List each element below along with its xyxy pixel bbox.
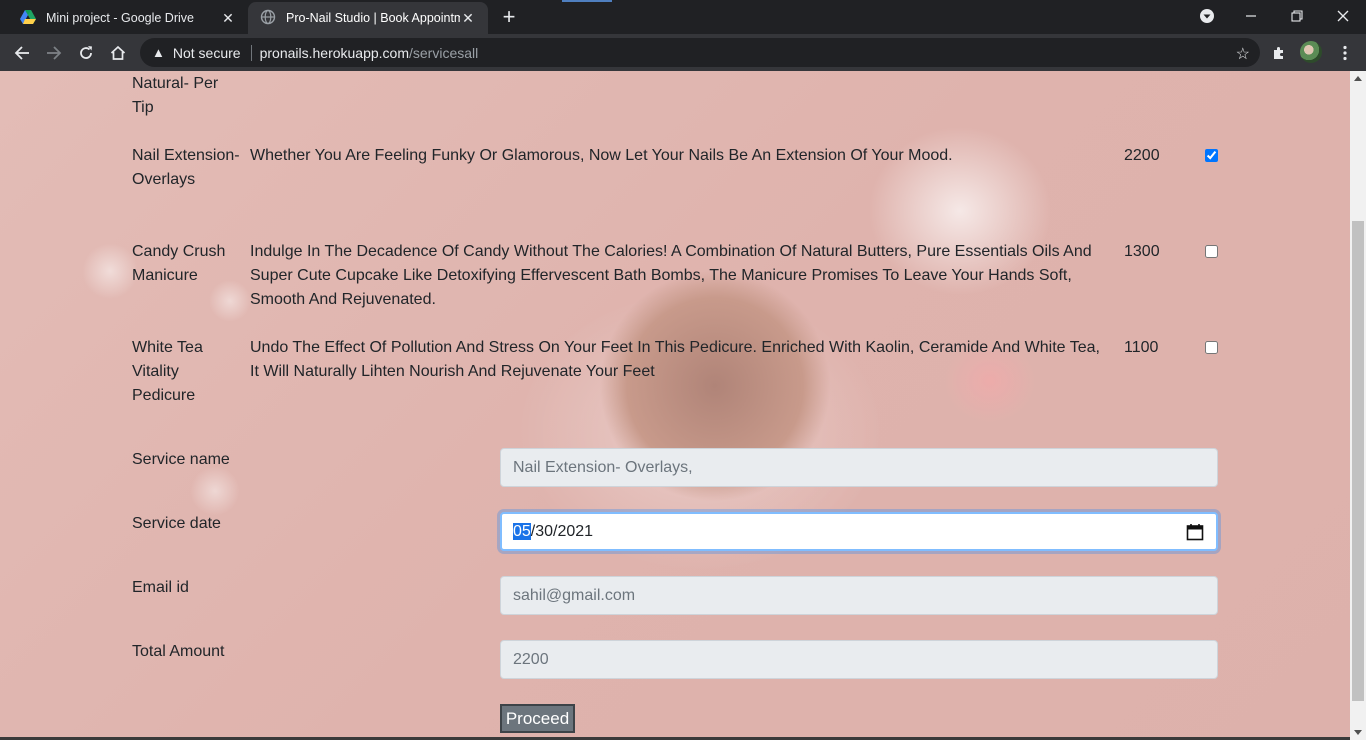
warning-icon[interactable]: ▲ <box>152 45 165 60</box>
service-checkbox[interactable] <box>1205 341 1218 354</box>
new-tab-button[interactable]: + <box>496 6 522 28</box>
service-checkbox[interactable] <box>1205 245 1218 258</box>
url-host: pronails.herokuapp.com <box>259 44 409 61</box>
tab-search-icon[interactable] <box>1192 4 1222 28</box>
proceed-button[interactable]: Proceed <box>500 704 575 733</box>
tab-indicator <box>562 0 612 2</box>
email-input[interactable]: sahil@gmail.com <box>500 576 1218 615</box>
service-name: Natural- Per Tip <box>132 75 219 116</box>
close-window-icon[interactable] <box>1328 4 1358 28</box>
tab-title: Pro-Nail Studio | Book Appointment <box>286 11 460 25</box>
tab-title: Mini project - Google Drive <box>46 11 194 25</box>
bookmark-star-icon[interactable]: ☆ <box>1236 44 1250 64</box>
service-price: 1100 <box>1124 339 1159 356</box>
scroll-up-icon[interactable] <box>1354 76 1362 81</box>
extensions-puzzle-icon[interactable] <box>1268 42 1290 64</box>
forward-icon[interactable] <box>41 40 67 66</box>
close-icon[interactable]: ✕ <box>220 10 236 26</box>
google-drive-icon <box>20 9 36 27</box>
service-name-label: Service name <box>132 451 230 468</box>
menu-kebab-icon[interactable] <box>1334 42 1356 64</box>
service-date-input[interactable]: 05/30/2021 <box>500 512 1218 551</box>
security-label: Not secure <box>172 44 241 61</box>
reload-icon[interactable] <box>73 40 99 66</box>
globe-icon <box>260 9 276 28</box>
tab-google-drive[interactable]: Mini project - Google Drive ✕ <box>8 2 248 34</box>
email-label: Email id <box>132 579 189 596</box>
browser-tabstrip: Mini project - Google Drive ✕ Pro-Nail S… <box>0 0 1366 34</box>
browser-toolbar: ▲ Not secure pronails.herokuapp.com/serv… <box>0 34 1366 71</box>
minimize-icon[interactable] <box>1236 4 1266 28</box>
scroll-thumb[interactable] <box>1352 221 1364 701</box>
restore-icon[interactable] <box>1282 4 1312 28</box>
service-description: Whether You Are Feeling Funky Or Glamoro… <box>250 147 953 164</box>
service-price: 2200 <box>1124 147 1160 164</box>
home-icon[interactable] <box>105 40 131 66</box>
scroll-down-icon[interactable] <box>1354 730 1362 735</box>
profile-avatar[interactable] <box>1300 41 1322 63</box>
service-name: Candy Crush Manicure <box>132 243 226 284</box>
service-name-input[interactable]: Nail Extension- Overlays, <box>500 448 1218 487</box>
service-date-value: 05/30/2021 <box>513 520 593 544</box>
divider <box>250 44 252 61</box>
service-name-value: Nail Extension- Overlays, <box>513 458 693 476</box>
date-month-segment[interactable]: 05 <box>513 522 531 540</box>
back-icon[interactable] <box>9 40 35 66</box>
total-amount-input[interactable]: 2200 <box>500 640 1218 679</box>
page-viewport: Natural- Per Tip Nail Extension- Overlay… <box>0 71 1350 740</box>
service-description: Undo The Effect Of Pollution And Stress … <box>250 339 1100 380</box>
page-scrollbar[interactable] <box>1350 71 1366 740</box>
close-icon[interactable]: ✕ <box>460 10 476 26</box>
service-price: 1300 <box>1124 243 1160 260</box>
tab-pro-nail-studio[interactable]: Pro-Nail Studio | Book Appointment ✕ <box>248 2 488 34</box>
service-name: Nail Extension- Overlays <box>132 147 240 188</box>
service-description: Indulge In The Decadence Of Candy Withou… <box>250 243 1092 308</box>
date-rest-segment: /30/2021 <box>530 522 594 540</box>
service-date-label: Service date <box>132 515 221 532</box>
email-value: sahil@gmail.com <box>513 586 636 604</box>
total-amount-label: Total Amount <box>132 643 225 660</box>
url-path: /servicesall <box>409 44 479 61</box>
address-bar[interactable]: ▲ Not secure pronails.herokuapp.com/serv… <box>140 38 1260 67</box>
total-amount-value: 2200 <box>513 650 549 668</box>
service-name: White Tea Vitality Pedicure <box>132 339 203 404</box>
service-checkbox[interactable] <box>1205 149 1218 162</box>
calendar-icon[interactable] <box>1186 523 1204 541</box>
